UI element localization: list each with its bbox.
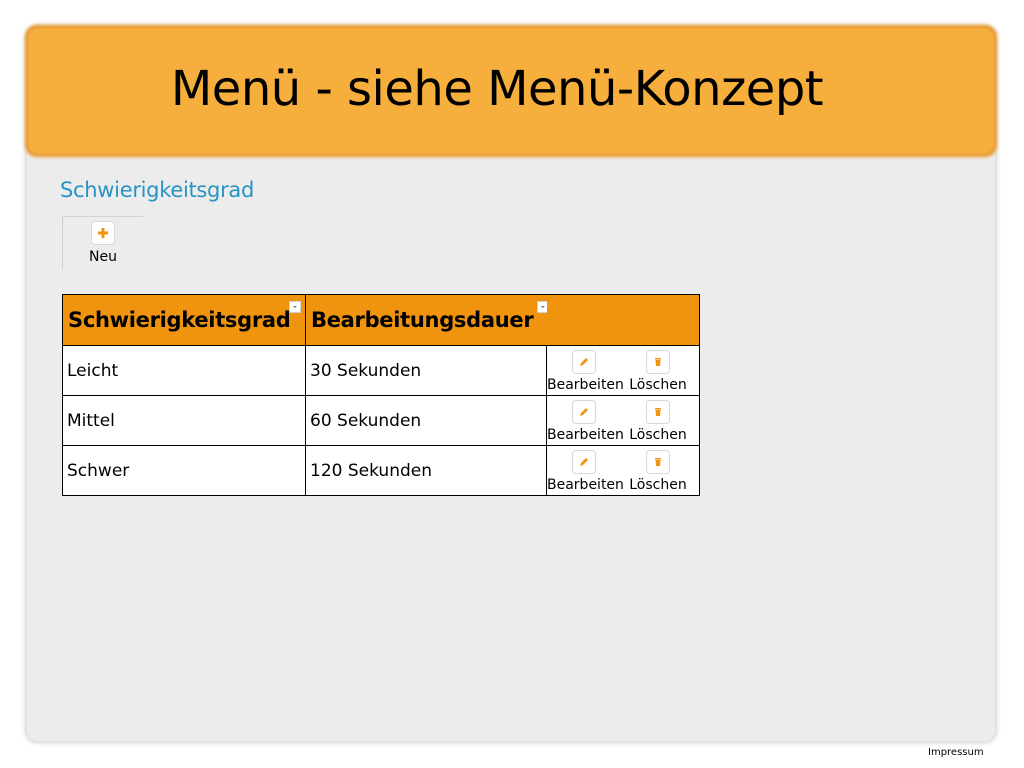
edit-button-label: Bearbeiten: [547, 427, 624, 443]
delete-button[interactable]: Löschen: [621, 450, 695, 493]
edit-button-label: Bearbeiten: [547, 377, 624, 393]
cell-duration: 120 Sekunden: [305, 445, 547, 496]
table-row: Mittel 60 Sekunden Bearbeiten Löschen: [62, 395, 700, 446]
column-header-actions: [546, 294, 700, 346]
new-button-label: Neu: [89, 249, 117, 265]
impressum-link[interactable]: Impressum: [928, 747, 984, 758]
delete-button-label: Löschen: [629, 427, 687, 443]
cell-duration: 30 Sekunden: [305, 345, 547, 396]
table-header-row: Schwierigkeitsgrad Bearbeitungsdauer: [62, 294, 700, 346]
trash-icon: [646, 400, 670, 424]
column-header-level-label: Schwierigkeitsgrad: [68, 308, 291, 332]
column-header-level[interactable]: Schwierigkeitsgrad: [62, 294, 306, 346]
cell-level: Leicht: [62, 345, 306, 396]
menu-title: Menü - siehe Menü-Konzept: [170, 61, 824, 117]
delete-button[interactable]: Löschen: [621, 400, 695, 443]
trash-icon: [646, 350, 670, 374]
edit-button[interactable]: Bearbeiten: [547, 450, 624, 493]
table-row: Leicht 30 Sekunden Bearbeiten Löschen: [62, 345, 700, 396]
cell-actions: Bearbeiten Löschen: [546, 345, 700, 396]
cell-actions: Bearbeiten Löschen: [546, 395, 700, 446]
column-header-duration[interactable]: Bearbeitungsdauer: [305, 294, 549, 346]
pencil-icon: [572, 350, 596, 374]
toolbar: Neu: [62, 216, 143, 269]
cell-level: Schwer: [62, 445, 306, 496]
delete-button-label: Löschen: [629, 477, 687, 493]
menu-header: Menü - siehe Menü-Konzept: [27, 27, 995, 155]
cell-level: Mittel: [62, 395, 306, 446]
trash-icon: [646, 450, 670, 474]
edit-button-label: Bearbeiten: [547, 477, 624, 493]
delete-button[interactable]: Löschen: [621, 350, 695, 393]
cell-actions: Bearbeiten Löschen: [546, 445, 700, 496]
difficulty-table: Schwierigkeitsgrad Bearbeitungsdauer Lei…: [62, 294, 700, 496]
pencil-icon: [572, 450, 596, 474]
new-button[interactable]: Neu: [81, 221, 125, 269]
page-title: Schwierigkeitsgrad: [60, 178, 255, 202]
edit-button[interactable]: Bearbeiten: [547, 350, 624, 393]
pencil-icon: [572, 400, 596, 424]
delete-button-label: Löschen: [629, 377, 687, 393]
sort-dropdown-icon[interactable]: [289, 301, 301, 313]
edit-button[interactable]: Bearbeiten: [547, 400, 624, 443]
column-header-duration-label: Bearbeitungsdauer: [311, 308, 534, 332]
plus-icon: [91, 221, 115, 245]
cell-duration: 60 Sekunden: [305, 395, 547, 446]
table-row: Schwer 120 Sekunden Bearbeiten Löschen: [62, 445, 700, 496]
